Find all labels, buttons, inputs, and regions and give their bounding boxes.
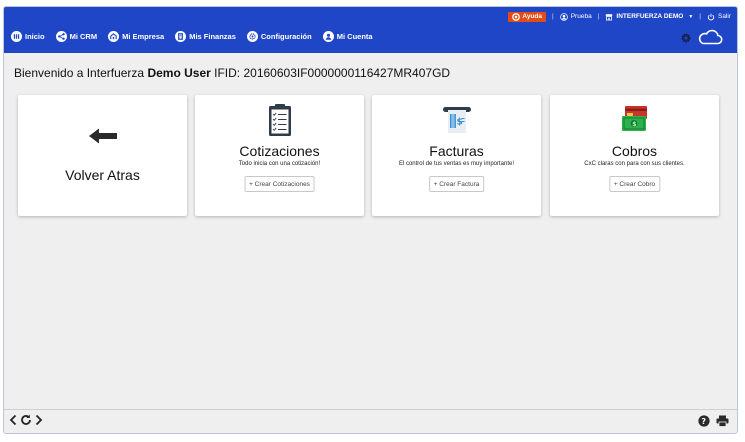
payments-subtitle: CxC claras con para con sus clientes. <box>584 161 685 167</box>
svg-text:?: ? <box>701 417 706 426</box>
nav-item-inicio[interactable]: Inicio <box>11 31 45 42</box>
company-menu[interactable]: INTERFUERZA DEMO ▼ <box>605 13 693 21</box>
payments-card: $ Cobros CxC claras con para con sus cli… <box>550 95 719 216</box>
cloud-icon[interactable] <box>697 28 723 46</box>
invoices-card: $ Facturas El control de tus ventas es m… <box>372 95 541 216</box>
company-label: INTERFUERZA DEMO <box>616 13 684 20</box>
print-icon[interactable] <box>716 415 729 427</box>
create-payment-button[interactable]: + Crear Cobro <box>608 176 661 192</box>
welcome-prefix: Bienvenido a Interfuerza <box>14 66 145 80</box>
user-label: Prueba <box>570 13 592 20</box>
navigation-controls <box>9 414 43 426</box>
payments-title: Cobros <box>611 143 658 159</box>
logout-button[interactable]: Salir <box>707 13 731 21</box>
power-icon <box>707 13 715 20</box>
separator: | <box>552 13 554 20</box>
back-title: Volver Atras <box>65 167 140 183</box>
nav-item-crm[interactable]: Mi CRM <box>55 31 98 42</box>
welcome-message: Bienvenido a Interfuerza Demo User IFID:… <box>14 66 450 80</box>
create-quote-button[interactable]: + Crear Cotizaciones <box>244 176 315 192</box>
chevron-down-icon: ▼ <box>688 13 694 20</box>
calculator-icon <box>175 31 187 42</box>
invoices-title: Facturas <box>429 143 484 159</box>
utility-controls: ? <box>698 415 729 427</box>
logout-label: Salir <box>717 13 731 20</box>
nav-item-configuracion[interactable]: Configuración <box>246 31 312 42</box>
user-circle-icon <box>559 12 568 21</box>
create-invoice-button[interactable]: + Crear Factura <box>428 176 485 192</box>
nav-label: Mi Cuenta <box>336 32 373 41</box>
welcome-ifid: IFID: 20160603IF0000000116427MR407GD <box>214 66 451 80</box>
share-icon <box>55 31 67 42</box>
nav-label: Mis Finanzas <box>189 32 236 41</box>
money-icon: $ <box>621 106 647 131</box>
clipboard-icon <box>268 104 291 136</box>
chevron-right-icon[interactable] <box>35 414 43 426</box>
nav-label: Configuración <box>260 32 312 41</box>
separator: | <box>597 13 600 20</box>
building-icon <box>108 31 120 42</box>
invoice-icon: $ <box>442 107 471 133</box>
main-nav: Inicio Mi CRM Mi Empresa Mis Finanzas Co… <box>11 31 384 42</box>
nav-item-finanzas[interactable]: Mis Finanzas <box>175 31 236 42</box>
gear-icon <box>246 31 258 42</box>
help-label: Ayuda <box>522 13 543 20</box>
nav-label: Mi CRM <box>69 32 98 41</box>
svg-text:$: $ <box>632 121 636 128</box>
home-icon <box>11 31 22 42</box>
quotes-card: Cotizaciones Todo inicia con una cotizac… <box>195 95 364 216</box>
user-icon <box>322 31 334 42</box>
quotes-subtitle: Todo inicia con una cotización! <box>238 161 321 167</box>
back-card[interactable]: Volver Atras <box>18 95 187 216</box>
header: Ayuda | Prueba | INTERFUERZA DEMO ▼ | Sa… <box>4 7 737 53</box>
help-icon[interactable]: ? <box>698 415 710 427</box>
bottom-toolbar: ? <box>4 409 737 433</box>
chevron-left-icon[interactable] <box>9 414 17 426</box>
lifebuoy-icon <box>512 12 521 21</box>
refresh-icon[interactable] <box>20 414 32 426</box>
app-window: Ayuda | Prueba | INTERFUERZA DEMO ▼ | Sa… <box>3 6 738 434</box>
welcome-user: Demo User <box>147 66 211 80</box>
invoices-subtitle: El control de tus ventas es muy importan… <box>398 161 515 167</box>
separator: | <box>699 13 701 20</box>
nav-label: Mi Empresa <box>122 32 165 41</box>
settings-gear-icon[interactable] <box>681 33 691 43</box>
top-bar: Ayuda | Prueba | INTERFUERZA DEMO ▼ | Sa… <box>508 10 731 23</box>
nav-label: Inicio <box>25 32 45 41</box>
store-icon <box>606 13 613 20</box>
quotes-title: Cotizaciones <box>239 143 320 159</box>
nav-item-empresa[interactable]: Mi Empresa <box>108 31 164 42</box>
arrow-left-icon <box>88 128 117 144</box>
help-button[interactable]: Ayuda <box>508 11 547 22</box>
user-menu[interactable]: Prueba <box>559 12 592 21</box>
nav-item-cuenta[interactable]: Mi Cuenta <box>322 31 373 42</box>
